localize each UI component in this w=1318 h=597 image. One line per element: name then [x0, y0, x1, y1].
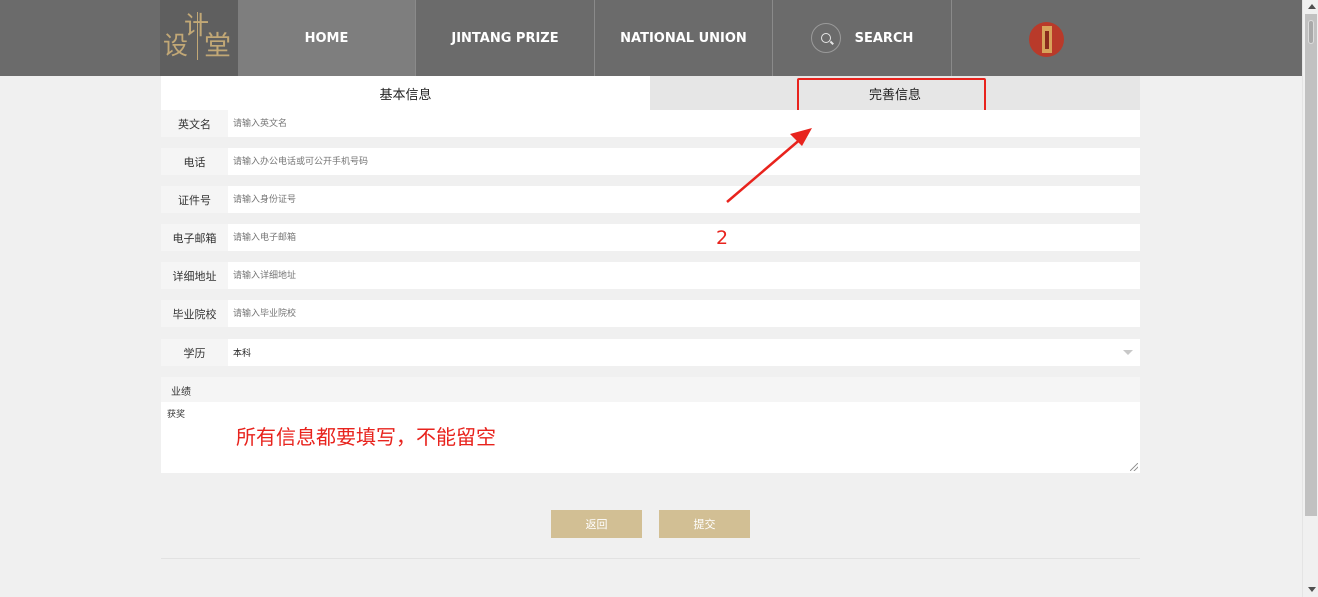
bottom-divider: [161, 558, 1140, 559]
submit-button[interactable]: 提交: [659, 510, 750, 538]
back-button[interactable]: 返回: [551, 510, 642, 538]
annotation-arrow-icon: [726, 128, 812, 203]
